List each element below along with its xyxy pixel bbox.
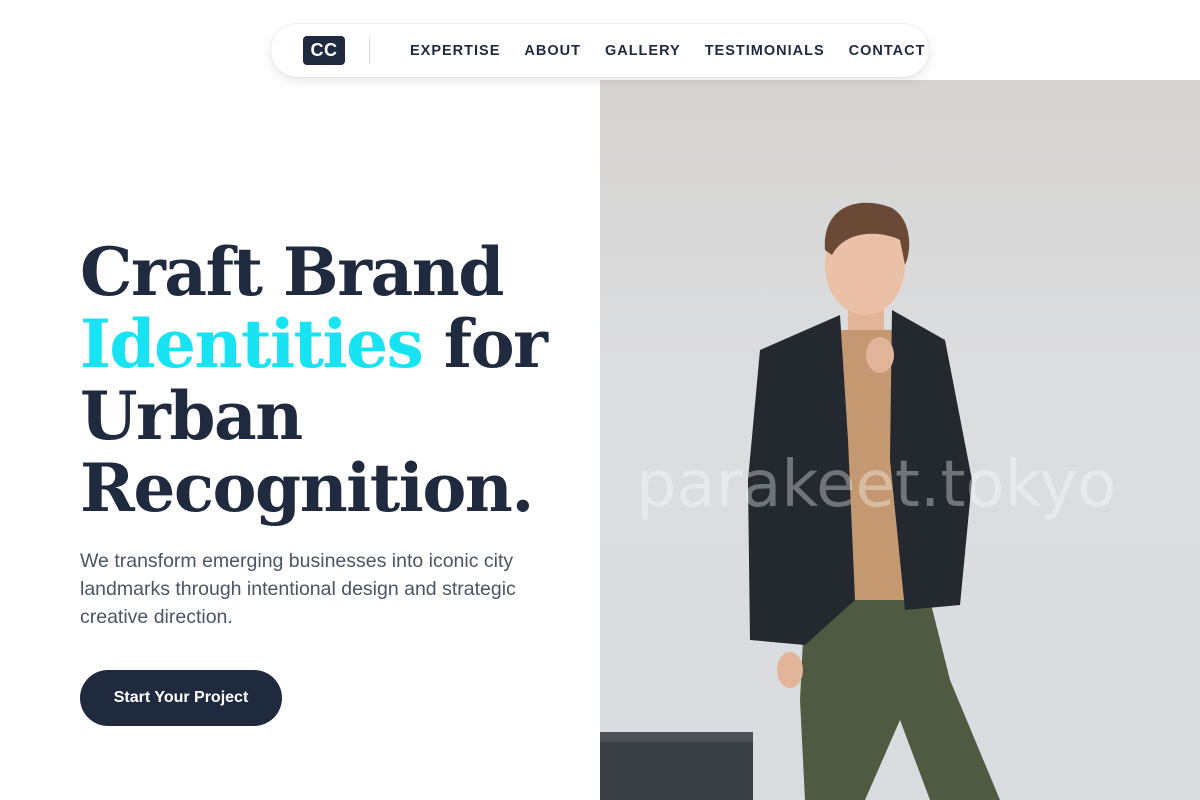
headline-line-1: Craft Brand [80,233,504,311]
image-watermark: parakeet.tokyo [636,448,1117,522]
nav-link-gallery[interactable]: GALLERY [605,43,681,59]
headline-line-2-rest: for [422,305,548,383]
nav-link-contact[interactable]: CONTACT [849,43,926,59]
nav-link-about[interactable]: ABOUT [524,43,581,59]
brand-logo[interactable]: CC [303,36,345,65]
person-illustration [600,202,1000,800]
hero-photo: parakeet.tokyo [600,80,1200,800]
nav-link-testimonials[interactable]: TESTIMONIALS [705,43,825,59]
hero-subtitle: We transform emerging businesses into ic… [80,550,516,628]
headline-line-4: Recognition. [80,449,534,527]
headline-accent-word: Identities [80,305,424,383]
nav-divider [369,37,370,64]
start-project-button[interactable]: Start Your Project [80,670,282,726]
headline-line-3: Urban [80,377,303,455]
nav-link-expertise[interactable]: EXPERTISE [410,43,500,59]
top-navigation: CC EXPERTISE ABOUT GALLERY TESTIMONIALS … [271,24,929,77]
hero-headline: Craft Brand Identities for Urban Recogni… [80,236,600,524]
nav-links: EXPERTISE ABOUT GALLERY TESTIMONIALS CON… [410,24,925,77]
